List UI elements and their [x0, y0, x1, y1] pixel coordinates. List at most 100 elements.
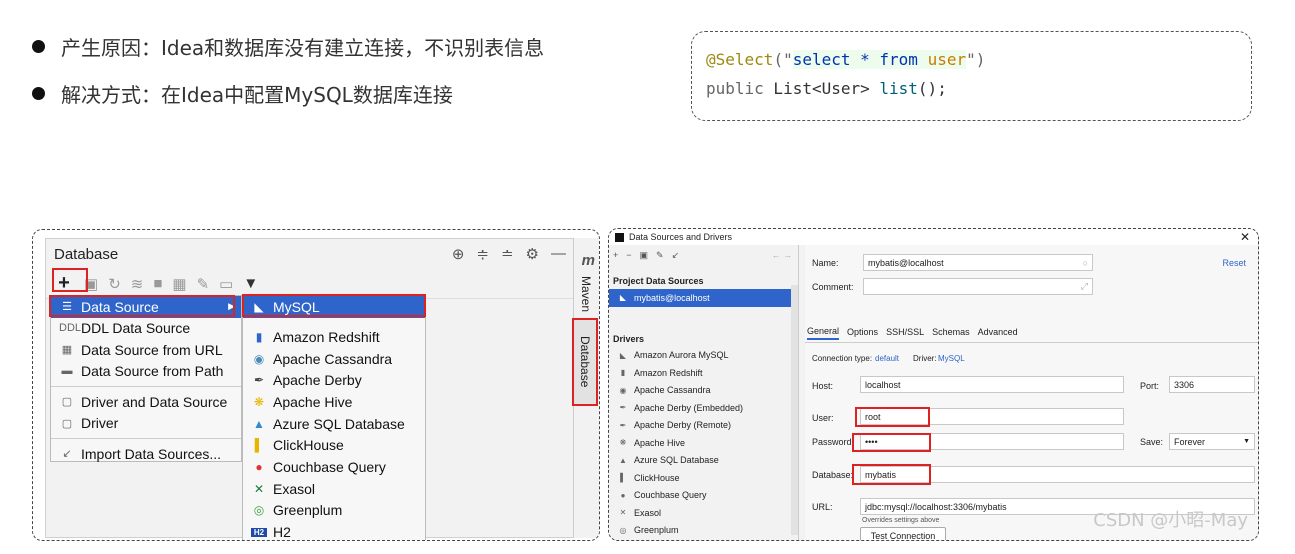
- submenu-item-label: Azure SQL Database: [273, 415, 405, 432]
- expand-icon[interactable]: ≑: [476, 245, 489, 263]
- db-logo-icon: ❋: [253, 394, 265, 409]
- driver-item[interactable]: ✒ Apache Derby (Remote): [609, 417, 798, 435]
- tab-general[interactable]: General: [807, 326, 840, 340]
- project-source-item[interactable]: ◣ mybatis@localhost: [609, 289, 792, 307]
- db-logo-icon: ▮: [255, 329, 263, 344]
- tab-advanced[interactable]: Advanced: [978, 327, 1018, 339]
- dialog-title: Data Sources and Drivers: [629, 232, 733, 242]
- console-icon[interactable]: ▭: [219, 275, 233, 293]
- tab-ssh-ssl[interactable]: SSH/SSL: [886, 327, 924, 339]
- bullet-item: 产生原因：Idea和数据库没有建立连接，不识别表信息: [30, 34, 544, 60]
- driver-item[interactable]: ◣ Amazon Aurora MySQL: [609, 347, 798, 365]
- menu-separator: [51, 438, 241, 439]
- user-label: User:: [812, 413, 834, 423]
- driver-item[interactable]: ◎ Greenplum: [609, 522, 798, 540]
- highlight-password: [852, 433, 931, 452]
- folder-icon: ▬: [61, 365, 73, 378]
- bullet-dot: [32, 86, 45, 100]
- port-field[interactable]: 3306: [1169, 376, 1255, 393]
- driver-item[interactable]: ✕ Exasol: [609, 504, 798, 522]
- driver-label: Apache Derby (Embedded): [634, 402, 744, 413]
- tab-schemas[interactable]: Schemas: [932, 327, 970, 339]
- driver-item[interactable]: ▮ Amazon Redshift: [609, 364, 798, 382]
- minimize-icon[interactable]: —: [551, 245, 566, 263]
- copy-icon[interactable]: ▣: [640, 250, 649, 261]
- project-source-label: mybatis@localhost: [634, 292, 710, 303]
- submenu-item[interactable]: ✕ Exasol: [243, 478, 425, 500]
- collapse-icon[interactable]: ≐: [501, 245, 514, 263]
- connection-type-link[interactable]: default: [875, 354, 899, 363]
- bullet-text: 解决方式：在Idea中配置MySQL数据库连接: [61, 82, 453, 107]
- schema-icon[interactable]: ≋: [131, 275, 144, 293]
- sidebar-scrollbar[interactable]: [791, 285, 798, 535]
- tab-options[interactable]: Options: [847, 327, 878, 339]
- test-connection-button[interactable]: Test Connection: [860, 527, 946, 540]
- submenu-item[interactable]: ▌ ClickHouse: [243, 434, 425, 456]
- refresh-icon[interactable]: ↻: [108, 275, 121, 293]
- maven-tab[interactable]: Maven: [579, 276, 593, 312]
- save-select[interactable]: Forever ▼: [1169, 433, 1255, 450]
- db-logo-icon: ◎: [253, 503, 265, 518]
- driver-item[interactable]: ▌ ClickHouse: [609, 469, 798, 487]
- driver-item[interactable]: ● Couchbase Query: [609, 487, 798, 505]
- submenu-item[interactable]: ❋ Apache Hive: [243, 391, 425, 413]
- driver-item[interactable]: ✒ Apache Derby (Embedded): [609, 399, 798, 417]
- driver-item[interactable]: ▲ Azure SQL Database: [609, 452, 798, 470]
- menu-item[interactable]: ▢ Driver: [51, 413, 241, 435]
- chevron-down-icon: ▼: [1243, 438, 1250, 445]
- menu-item[interactable]: DDL DDL Data Source: [51, 318, 241, 340]
- submenu-item[interactable]: H2 H2: [243, 521, 425, 540]
- submenu-item[interactable]: ◎ Greenplum: [243, 500, 425, 522]
- submenu-item[interactable]: ● Couchbase Query: [243, 456, 425, 478]
- menu-item[interactable]: ↙ Import Data Sources...: [51, 443, 241, 465]
- stop-icon[interactable]: ■: [153, 275, 162, 292]
- host-field[interactable]: localhost: [860, 376, 1124, 393]
- back-forward-icon[interactable]: ← →: [771, 250, 792, 260]
- project-sources-header: Project Data Sources: [613, 276, 704, 286]
- highlight-data-source: [49, 295, 235, 317]
- host-value: localhost: [865, 379, 901, 390]
- gear-icon[interactable]: ⚙: [526, 245, 539, 263]
- driver-logo-icon: ◣: [619, 350, 627, 360]
- ide-database-panel-screenshot: Database ⊕ ≑ ≐ ⚙ — + ▣ ↻ ≋ ■ ▦ ✎ ▭ ▼ ☰ Da…: [32, 229, 600, 541]
- submenu-item[interactable]: ✒ Apache Derby: [243, 369, 425, 391]
- add-icon[interactable]: +: [613, 250, 618, 260]
- intellij-logo-icon: [615, 232, 624, 242]
- wrench-icon[interactable]: ✎: [656, 250, 664, 261]
- comment-field[interactable]: ⤢: [863, 278, 1093, 295]
- menu-item[interactable]: ▬ Data Source from Path: [51, 361, 241, 383]
- reset-link[interactable]: Reset: [1222, 258, 1246, 268]
- submenu-item-label: Apache Derby: [273, 372, 362, 389]
- remove-icon[interactable]: −: [626, 250, 631, 260]
- database-tab[interactable]: Database: [572, 318, 598, 406]
- source-settings: Name: mybatis@localhost ○ Reset Comment:…: [805, 245, 1258, 540]
- highlight-mysql: [242, 294, 426, 317]
- table-icon[interactable]: ▦: [172, 275, 186, 293]
- submenu-item[interactable]: ◉ Apache Cassandra: [243, 348, 425, 370]
- filter-icon[interactable]: ▼: [243, 275, 258, 292]
- submenu-item-label: Couchbase Query: [273, 458, 386, 475]
- color-circle-icon[interactable]: ○: [1083, 258, 1088, 268]
- driver-item[interactable]: ◉ Apache Cassandra: [609, 382, 798, 400]
- submenu-item[interactable]: ▮ Amazon Redshift: [243, 326, 425, 348]
- driver-ds-icon: ▢: [61, 396, 73, 409]
- drivers-list: ◣ Amazon Aurora MySQL ▮ Amazon Redshift ◉ Apa…: [609, 347, 798, 540]
- import-icon[interactable]: ↙: [672, 250, 680, 261]
- highlight-user: [855, 407, 930, 427]
- crosshair-icon[interactable]: ⊕: [452, 245, 465, 263]
- comment-label: Comment:: [812, 282, 854, 292]
- driver-logo-icon: ◎: [619, 525, 627, 535]
- driver-item[interactable]: ❋ Apache Hive: [609, 434, 798, 452]
- name-field[interactable]: mybatis@localhost ○: [863, 254, 1093, 271]
- password-label: Password:: [812, 437, 855, 447]
- driver-logo-icon: ▲: [619, 455, 627, 465]
- driver-icon: ▢: [61, 417, 73, 430]
- menu-item[interactable]: ▦ Data Source from URL: [51, 339, 241, 361]
- expand-icon[interactable]: ⤢: [1081, 281, 1088, 292]
- submenu-item[interactable]: ▲ Azure SQL Database: [243, 413, 425, 435]
- close-icon[interactable]: ✕: [1240, 230, 1250, 244]
- data-source-submenu: ◣ MySQL ▮ Amazon Redshift ◉ Apache Cassandra ✒…: [242, 295, 426, 540]
- driver-link[interactable]: MySQL: [938, 354, 965, 363]
- menu-item[interactable]: ▢ Driver and Data Source: [51, 391, 241, 413]
- edit-icon[interactable]: ✎: [197, 275, 210, 293]
